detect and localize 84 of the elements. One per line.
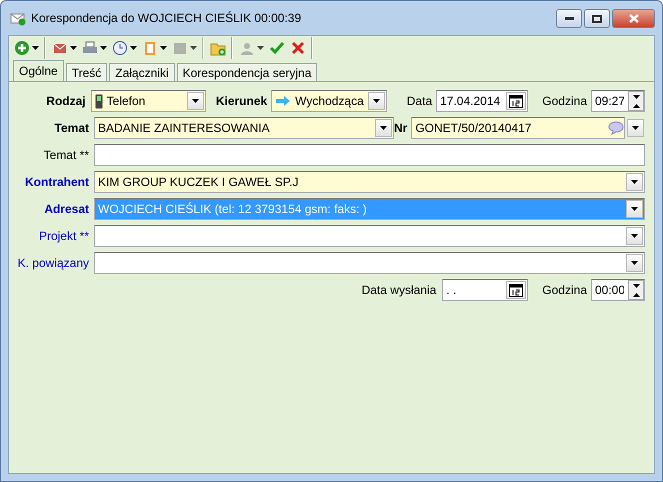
caret-icon	[631, 207, 638, 211]
caret-icon	[70, 46, 77, 50]
caret-icon	[130, 46, 137, 50]
caret-icon	[190, 46, 197, 50]
close-button[interactable]	[612, 9, 655, 28]
clock-icon	[112, 40, 128, 56]
close-icon	[290, 40, 306, 56]
text-field[interactable]	[94, 144, 645, 166]
spin-button[interactable]	[628, 280, 644, 300]
number-field[interactable]: GONET/50/20140417	[411, 117, 625, 139]
combo-value: Telefon	[106, 94, 146, 108]
add-icon	[14, 40, 30, 56]
clipboard-icon	[142, 40, 158, 56]
field-label: Data	[406, 94, 432, 108]
combo-box[interactable]	[94, 252, 645, 274]
dropdown-button[interactable]	[627, 119, 644, 137]
combo-value: BADANIE ZAINTERESOWANIA	[98, 121, 271, 135]
dropdown-button[interactable]	[626, 227, 643, 245]
time-value: 09:27	[595, 94, 624, 108]
combo-box[interactable]	[94, 225, 645, 247]
printer-icon	[82, 40, 98, 56]
field-label[interactable]: Adresat	[9, 202, 89, 216]
field-label: Temat **	[42, 148, 89, 162]
field-label[interactable]: Projekt **	[9, 229, 89, 243]
calendar-button[interactable]	[506, 281, 526, 299]
calendar-icon	[509, 284, 524, 296]
tab[interactable]: Korespondencja seryjna	[176, 63, 318, 81]
caret-icon	[100, 46, 107, 50]
field-label: Godzina	[542, 94, 587, 108]
tab[interactable]: Treść	[66, 63, 108, 81]
field-label: Nr	[394, 121, 408, 135]
checkmark-icon	[269, 40, 285, 56]
date-field[interactable]: . .	[442, 279, 528, 301]
field-label: Data wysłania	[362, 283, 436, 297]
dropdown-button[interactable]	[626, 254, 643, 272]
date-field[interactable]: 17.04.2014	[436, 90, 528, 112]
field-label: Godzina	[542, 283, 587, 297]
square-icon	[172, 40, 188, 56]
calendar-icon	[509, 94, 524, 108]
caret-icon	[192, 99, 199, 103]
combo-box[interactable]: Wychodząca	[271, 90, 387, 112]
person-icon	[239, 40, 255, 56]
caret-icon	[631, 234, 638, 238]
maximize-icon	[592, 14, 602, 22]
combo-box[interactable]: BADANIE ZAINTERESOWANIA	[94, 117, 394, 139]
caret-icon	[631, 261, 638, 265]
caret-icon	[632, 126, 639, 130]
caret-icon	[380, 126, 387, 130]
field-label: Kierunek	[216, 94, 268, 108]
dropdown-button[interactable]	[368, 92, 385, 110]
dropdown-button[interactable]	[626, 173, 643, 191]
minimize-icon	[564, 17, 574, 20]
combo-value: Wychodząca	[295, 94, 364, 108]
minimize-button[interactable]	[556, 9, 582, 28]
combo-box[interactable]: KIM GROUP KUCZEK I GAWEŁ SP.J	[94, 171, 645, 193]
combo-value: WOJCIECH CIEŚLIK (tel: 12 3793154 gsm: faks: )	[98, 202, 368, 216]
arrow-icon	[275, 95, 292, 107]
date-value: 17.04.2014	[440, 94, 502, 108]
field-label[interactable]: Kontrahent	[9, 175, 89, 189]
maximize-button[interactable]	[584, 9, 610, 28]
combo-box[interactable]: Telefon	[90, 90, 206, 112]
speech-bubble-icon	[608, 121, 624, 135]
caret-icon	[160, 46, 167, 50]
dropdown-button[interactable]	[186, 92, 204, 110]
caret-icon	[257, 46, 264, 50]
dropdown-button[interactable]	[375, 119, 392, 137]
time-field[interactable]: 09:27	[591, 90, 645, 112]
field-label: Rodzaj	[45, 94, 86, 108]
caret-icon	[372, 99, 380, 103]
spin-button[interactable]	[628, 91, 644, 111]
caret-icon	[32, 46, 39, 50]
window-title: Korespondencja do WOJCIECH CIEŚLIK 00:00:39	[31, 11, 302, 25]
date-value: . .	[446, 283, 458, 297]
number-value: GONET/50/20140417	[415, 121, 532, 135]
caret-icon	[631, 180, 638, 184]
tab[interactable]: Ogólne	[13, 60, 64, 81]
phone-icon	[94, 94, 103, 108]
field-label: Temat	[54, 121, 89, 135]
close-icon	[628, 14, 638, 23]
combo-value: KIM GROUP KUCZEK I GAWEŁ SP.J	[98, 175, 300, 189]
dropdown-button[interactable]	[626, 200, 643, 218]
calendar-button[interactable]	[506, 92, 526, 110]
tab[interactable]: Załączniki	[109, 63, 175, 81]
field-label[interactable]: K. powiązany	[9, 256, 89, 270]
